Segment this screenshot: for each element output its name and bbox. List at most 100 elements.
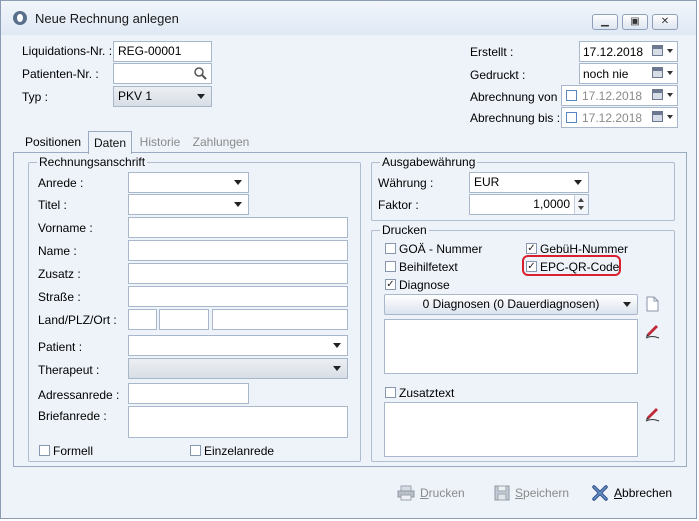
drucken-button[interactable]: Drucken: [397, 482, 465, 504]
patient-search-icon[interactable]: [193, 66, 208, 81]
patienten-input[interactable]: [113, 63, 212, 84]
printer-icon: [397, 485, 415, 501]
faktor-value: 1,0000: [533, 197, 570, 211]
waehrung-select[interactable]: EUR: [469, 172, 589, 193]
edit-pen-icon[interactable]: [644, 321, 662, 339]
gebueh-checkbox[interactable]: ✓: [526, 243, 537, 254]
chevron-down-icon: [197, 94, 205, 99]
anrede-label: Anrede :: [38, 176, 84, 190]
tab-zahlungen[interactable]: Zahlungen: [191, 131, 251, 153]
abrechnung-bis-checkbox[interactable]: [566, 112, 577, 123]
chevron-down-icon: [234, 202, 242, 207]
abrechnung-von-calendar-button[interactable]: [650, 87, 676, 104]
erstellt-label: Erstellt :: [470, 45, 514, 59]
faktor-label: Faktor :: [378, 198, 419, 212]
drucken-button-label: rucken: [428, 486, 465, 500]
drucken-button-mnemonic: D: [420, 486, 429, 500]
beihilfetext-checkbox[interactable]: [385, 261, 396, 272]
diagnose-checkbox[interactable]: ✓: [385, 279, 396, 290]
close-button[interactable]: ✕: [652, 14, 678, 30]
calendar-icon: [652, 89, 663, 100]
close-icon: ✕: [660, 16, 670, 27]
strasse-input[interactable]: [128, 286, 348, 307]
ort-input[interactable]: [212, 309, 348, 330]
adressanrede-input[interactable]: [128, 383, 249, 404]
strasse-label: Straße :: [38, 290, 81, 304]
tab-positionen[interactable]: Positionen: [20, 131, 86, 153]
formell-checkbox[interactable]: [39, 445, 50, 456]
land-plz-ort-label: Land/PLZ/Ort :: [38, 313, 117, 327]
abrechnung-von-value: 17.12.2018: [582, 89, 643, 103]
chevron-down-icon: [667, 71, 673, 75]
calendar-icon: [652, 45, 663, 56]
abrechnung-von-date-field[interactable]: 17.12.2018: [561, 85, 678, 106]
zusatz-input[interactable]: [128, 263, 348, 284]
therapeut-label: Therapeut :: [38, 363, 100, 377]
abrechnung-bis-label: Abrechnung bis :: [470, 111, 561, 125]
abrechnung-bis-calendar-button[interactable]: [650, 109, 676, 126]
title-bar[interactable]: Neue Rechnung anlegen ▁ ▣ ✕: [1, 1, 696, 35]
edit-pen-icon[interactable]: [644, 404, 662, 422]
vorname-label: Vorname :: [38, 221, 93, 235]
app-logo-icon: [13, 11, 27, 25]
epc-checkbox[interactable]: ✓: [526, 261, 537, 272]
typ-select[interactable]: PKV 1: [113, 86, 212, 107]
diagnosen-value: 0 Diagnosen (0 Dauerdiagnosen): [422, 297, 600, 311]
speichern-button[interactable]: Speichern: [494, 482, 569, 504]
gedruckt-date-field[interactable]: noch nie: [579, 63, 678, 84]
typ-label: Typ :: [22, 90, 49, 104]
patienten-label: Patienten-Nr. :: [22, 67, 99, 81]
goae-checkbox[interactable]: [385, 243, 396, 254]
patient-select[interactable]: [128, 335, 348, 356]
patient-label: Patient :: [38, 340, 83, 354]
waehrung-label: Währung :: [378, 176, 434, 190]
diagnosen-select[interactable]: 0 Diagnosen (0 Dauerdiagnosen): [384, 294, 638, 315]
calendar-icon: [652, 67, 663, 78]
abbrechen-button-mnemonic: A: [614, 486, 623, 500]
erstellt-date-field[interactable]: 17.12.2018: [579, 41, 678, 62]
name-input[interactable]: [128, 240, 348, 261]
chevron-down-icon: [667, 115, 673, 119]
abrechnung-von-label: Abrechnung von :: [470, 90, 565, 104]
abbrechen-button[interactable]: Abbrechen: [591, 482, 672, 504]
titel-select[interactable]: [128, 194, 249, 215]
new-document-icon[interactable]: [646, 296, 659, 312]
beihilfetext-label: Beihilfetext: [399, 260, 458, 274]
einzelanrede-checkbox[interactable]: [190, 445, 201, 456]
window-title: Neue Rechnung anlegen: [35, 11, 179, 26]
calendar-icon: [652, 111, 663, 122]
zusatztext-label: Zusatztext: [399, 386, 455, 400]
name-label: Name :: [38, 244, 77, 258]
waehrung-value: EUR: [474, 175, 500, 189]
faktor-spinner[interactable]: [574, 195, 588, 214]
zusatztext-checkbox[interactable]: [385, 387, 396, 398]
drucken-title: Drucken: [380, 223, 429, 237]
vorname-input[interactable]: [128, 217, 348, 238]
liquidations-input[interactable]: REG-00001: [113, 41, 212, 62]
abrechnung-bis-value: 17.12.2018: [582, 111, 643, 125]
plz-input[interactable]: [159, 309, 209, 330]
goae-label: GOÄ - Nummer: [399, 242, 483, 256]
diagnose-label: Diagnose: [399, 278, 450, 292]
tab-daten[interactable]: Daten: [88, 131, 132, 154]
minimize-button[interactable]: ▁: [592, 14, 618, 30]
briefanrede-input[interactable]: [128, 406, 348, 438]
gedruckt-calendar-button[interactable]: [650, 65, 676, 82]
abrechnung-bis-date-field[interactable]: 17.12.2018: [561, 107, 678, 128]
abrechnung-von-checkbox[interactable]: [566, 90, 577, 101]
faktor-input[interactable]: 1,0000: [469, 194, 589, 215]
maximize-button[interactable]: ▣: [622, 14, 648, 30]
abbrechen-button-label: bbrechen: [622, 486, 673, 500]
tab-historie[interactable]: Historie: [135, 131, 185, 153]
gedruckt-label: Gedruckt :: [470, 68, 526, 82]
erstellt-value: 17.12.2018: [583, 45, 644, 59]
diagnose-textarea[interactable]: [384, 319, 638, 374]
chevron-down-icon: [333, 343, 341, 348]
adressanrede-label: Adressanrede :: [38, 388, 120, 402]
ausgabewaehrung-title: Ausgabewährung: [380, 155, 478, 169]
erstellt-calendar-button[interactable]: [650, 43, 676, 60]
zusatztext-textarea[interactable]: [384, 402, 638, 457]
anrede-select[interactable]: [128, 172, 249, 193]
land-input[interactable]: [128, 309, 157, 330]
therapeut-select[interactable]: [128, 358, 348, 379]
